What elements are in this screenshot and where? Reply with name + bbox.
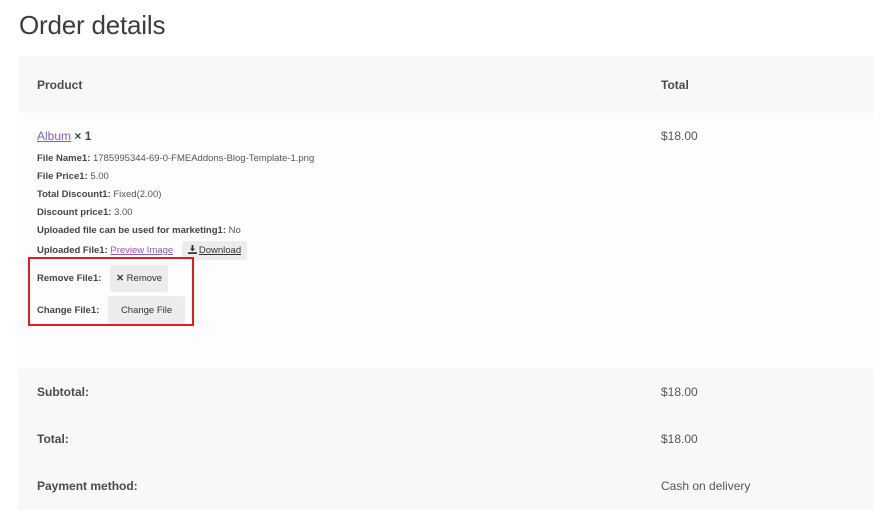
download-icon — [187, 245, 197, 254]
meta-value: 5.00 — [90, 171, 109, 182]
meta-value: Fixed(2.00) — [113, 189, 162, 200]
totals-value: $18.00 — [661, 432, 698, 446]
header-total: Total — [661, 78, 689, 92]
totals-row-total: Total: $18.00 — [18, 416, 874, 463]
page-title: Order details — [19, 10, 166, 40]
product-link[interactable]: Album — [37, 129, 71, 143]
meta-discount-price: Discount price1: 3.00 — [37, 207, 133, 218]
meta-marketing: Uploaded file can be used for marketing1… — [37, 225, 241, 236]
header-product: Product — [37, 78, 83, 92]
product-quantity: × 1 — [74, 129, 92, 143]
highlight-annotation-box — [28, 257, 194, 326]
meta-label: File Price1: — [37, 171, 88, 182]
meta-file-name: File Name1: 1785995344-69-0-FMEAddons-Bl… — [37, 153, 314, 164]
meta-label: File Name1: — [37, 153, 91, 164]
preview-image-link[interactable]: Preview Image — [110, 245, 173, 256]
meta-file-price: File Price1: 5.00 — [37, 171, 109, 182]
totals-label: Payment method: — [37, 479, 138, 493]
meta-label: Discount price1: — [37, 207, 112, 218]
totals-row-payment: Payment method: Cash on delivery — [18, 463, 874, 510]
download-label: Download — [198, 245, 242, 256]
meta-label: Total Discount1: — [37, 189, 111, 200]
totals-label: Subtotal: — [37, 385, 89, 399]
item-total: $18.00 — [661, 129, 698, 143]
totals-value: $18.00 — [661, 385, 698, 399]
meta-label: Uploaded File1: — [37, 245, 108, 257]
order-item-row: Album × 1 $18.00 File Name1: 1785995344-… — [18, 113, 874, 369]
table-header-row: Product Total — [18, 56, 874, 113]
totals-value: Cash on delivery — [661, 479, 751, 493]
totals-row-subtotal: Subtotal: $18.00 — [18, 369, 874, 416]
meta-label: Uploaded file can be used for marketing1… — [37, 225, 226, 236]
meta-value: 1785995344-69-0-FMEAddons-Blog-Template-… — [92, 153, 315, 164]
meta-value: 3.00 — [114, 207, 133, 218]
totals-label: Total: — [37, 432, 69, 446]
product-line: Album × 1 — [37, 129, 91, 143]
meta-value: No — [228, 225, 241, 236]
meta-total-discount: Total Discount1: Fixed(2.00) — [37, 189, 161, 200]
